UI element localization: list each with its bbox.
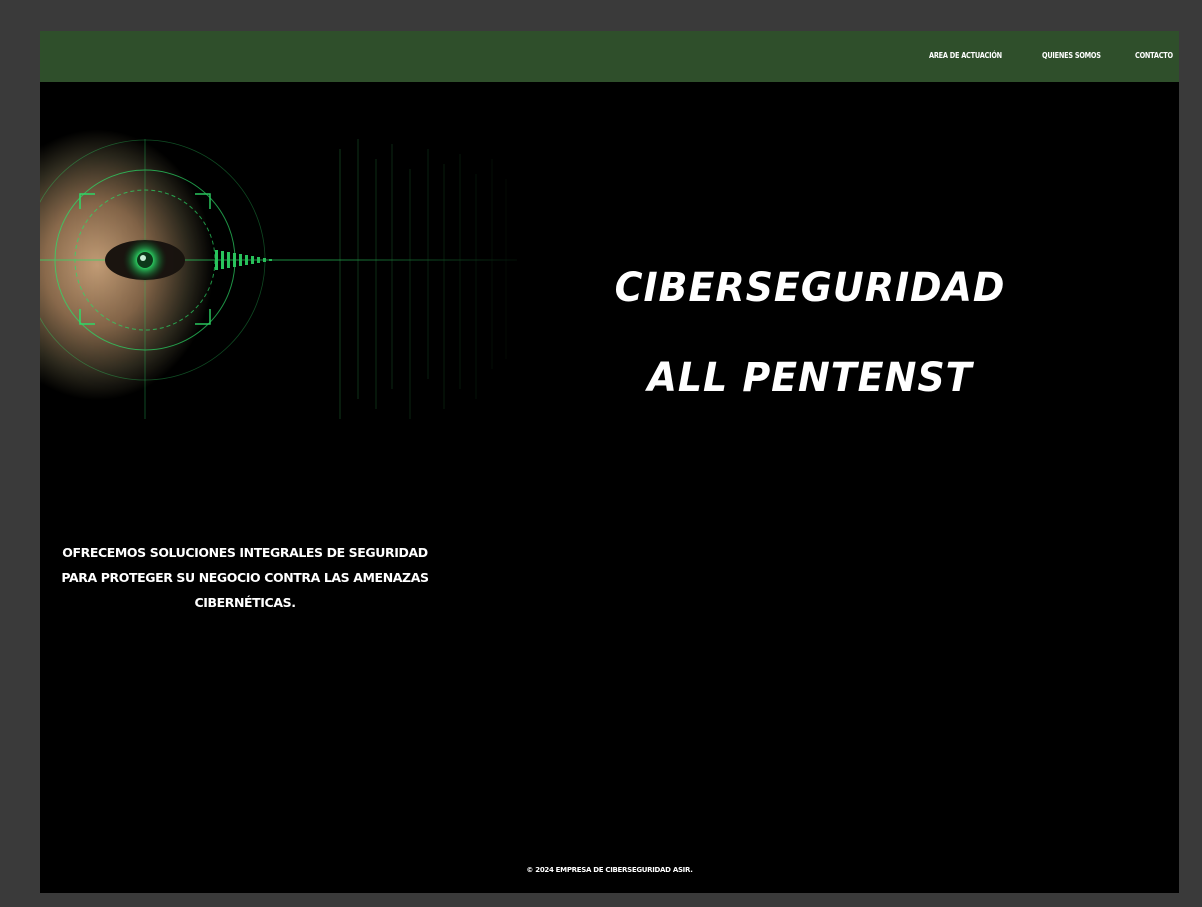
hero-title-line-2: ALL PENTENST — [647, 355, 973, 401]
nav-link-quienes-somos[interactable]: QUIENES SOMOS — [1042, 51, 1101, 60]
cyber-eye-scan-image — [40, 129, 517, 431]
hero-title-line-1: CIBERSEGURIDAD — [614, 265, 1006, 311]
page-frame: AREA DE ACTUACIÓN QUIENES SOMOS CONTACTO — [40, 31, 1179, 893]
footer-copyright: © 2024 EMPRESA DE CIBERSEGURIDAD ASIR. — [526, 866, 693, 874]
nav-link-contacto[interactable]: CONTACTO — [1135, 51, 1173, 60]
nav-link-area-de-actuacion[interactable]: AREA DE ACTUACIÓN — [929, 51, 1002, 60]
hero-description: OFRECEMOS SOLUCIONES INTEGRALES DE SEGUR… — [61, 545, 429, 610]
top-navbar: AREA DE ACTUACIÓN QUIENES SOMOS CONTACTO — [40, 31, 1179, 82]
